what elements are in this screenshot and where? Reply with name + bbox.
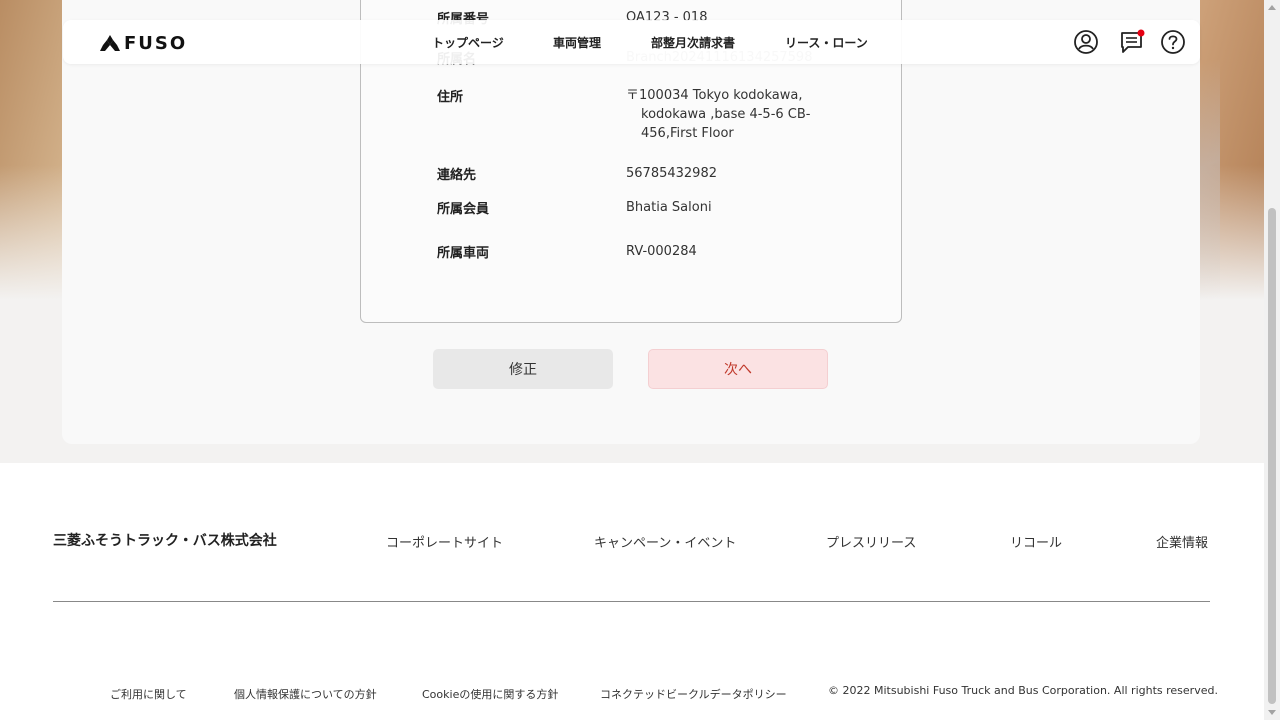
nav-lease-loan[interactable]: リース・ローン	[785, 34, 868, 51]
footer-divider	[53, 601, 1210, 602]
detail-value-address-line2: kodokawa ,base 4-5-6 CB-	[641, 107, 811, 122]
edit-button[interactable]: 修正	[433, 349, 613, 389]
detail-value-vehicle: RV-000284	[626, 244, 697, 259]
detail-label-address: 住所	[437, 90, 464, 105]
scroll-up-icon[interactable]	[1268, 5, 1276, 10]
detail-value-member: Bhatia Saloni	[626, 200, 712, 215]
footer-sublink-privacy[interactable]: 個人情報保護についての方針	[234, 686, 377, 702]
footer-link-recall[interactable]: リコール	[1010, 532, 1062, 551]
footer-link-press[interactable]: プレスリリース	[826, 532, 916, 551]
detail-label-member: 所属会員	[437, 202, 490, 217]
logo-text: FUSO	[124, 32, 188, 54]
footer-sublink-connected-vehicle[interactable]: コネクテッドビークルデータポリシー	[600, 686, 787, 702]
detail-label-vehicle: 所属車両	[437, 246, 490, 261]
notification-dot-icon	[1137, 29, 1145, 37]
page-footer: 三菱ふそうトラック・バス株式会社 コーポレートサイト キャンペーン・イベント プ…	[0, 463, 1264, 720]
vertical-scrollbar[interactable]	[1264, 0, 1280, 720]
footer-link-corporate[interactable]: コーポレートサイト	[386, 532, 503, 551]
scroll-thumb[interactable]	[1268, 208, 1276, 704]
user-account-icon[interactable]	[1073, 29, 1099, 55]
nav-monthly-invoice[interactable]: 部整月次請求書	[651, 34, 735, 51]
detail-value-address-line1: 〒100034 Tokyo kodokawa,	[626, 88, 803, 103]
detail-value-address-line3: 456,First Floor	[641, 126, 734, 141]
scroll-down-icon[interactable]	[1268, 710, 1276, 715]
footer-link-campaign[interactable]: キャンペーン・イベント	[594, 532, 736, 551]
detail-value-contact: 56785432982	[626, 166, 717, 181]
footer-link-company-info[interactable]: 企業情報	[1156, 532, 1208, 551]
footer-company-name: 三菱ふそうトラック・バス株式会社	[53, 533, 277, 549]
fuso-logo[interactable]: FUSO	[100, 32, 188, 54]
footer-sublink-terms[interactable]: ご利用に関して	[110, 686, 187, 702]
top-navigation-bar: FUSO トップページ 車両管理 部整月次請求書 リース・ローン	[63, 20, 1200, 64]
messages-icon[interactable]	[1119, 29, 1145, 55]
footer-copyright: © 2022 Mitsubishi Fuso Truck and Bus Cor…	[828, 684, 1218, 697]
footer-sublink-cookie[interactable]: Cookieの使用に関する方針	[422, 686, 558, 702]
nav-vehicle-management[interactable]: 車両管理	[553, 34, 601, 51]
detail-label-contact: 連絡先	[437, 168, 477, 183]
next-button[interactable]: 次へ	[648, 349, 828, 389]
help-icon[interactable]	[1160, 29, 1186, 55]
mitsubishi-logo-icon	[100, 35, 120, 51]
nav-top-page[interactable]: トップページ	[432, 34, 504, 51]
